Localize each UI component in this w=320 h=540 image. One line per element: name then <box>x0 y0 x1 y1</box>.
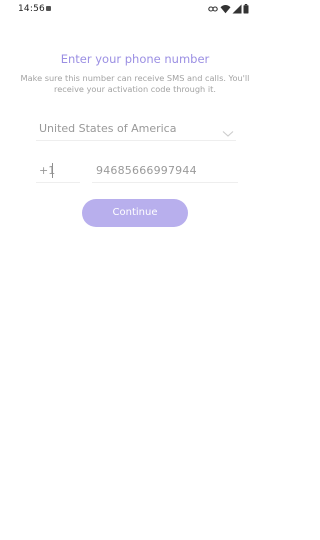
phone-number-value: 94685666997944 <box>96 164 197 177</box>
country-code-field[interactable]: +1 <box>36 160 80 183</box>
wifi-icon <box>220 4 231 14</box>
signal-icon <box>232 4 242 14</box>
phone-number-field[interactable]: 94685666997944 <box>92 160 238 183</box>
page-title: Enter your phone number <box>60 52 210 66</box>
text-cursor <box>52 163 53 178</box>
continue-button[interactable]: Continue <box>82 199 188 227</box>
phone-entry-screen: 14:56 Enter your phone number Make sure … <box>0 0 270 540</box>
status-time: 14:56 <box>18 4 45 14</box>
chevron-down-icon <box>222 123 234 142</box>
battery-icon <box>243 4 249 14</box>
status-bar: 14:56 <box>0 0 270 20</box>
link-icon <box>208 4 218 14</box>
country-select[interactable]: United States of America <box>36 118 236 141</box>
page-subtitle: Make sure this number can receive SMS an… <box>20 73 250 94</box>
country-label: United States of America <box>39 122 177 135</box>
notification-icon <box>46 6 51 11</box>
